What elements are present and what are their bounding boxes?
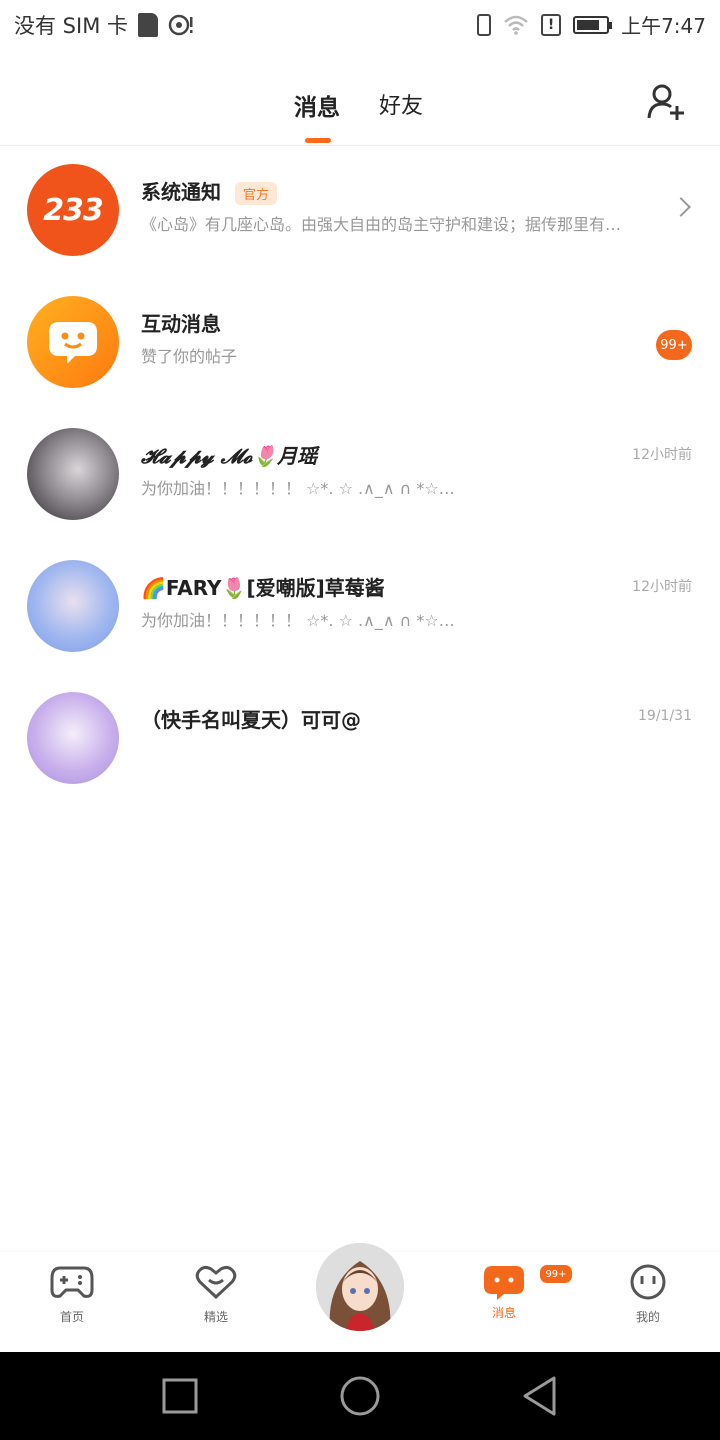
user-avatar <box>27 692 119 784</box>
tab-messages[interactable]: 消息 <box>294 88 340 122</box>
heart-icon <box>195 1265 237 1300</box>
message-time: 19/1/31 <box>638 708 692 724</box>
official-badge: 官方 <box>235 182 278 205</box>
center-character-avatar[interactable] <box>313 1240 407 1334</box>
add-user-icon[interactable] <box>646 82 686 122</box>
nav-label: 消息 <box>491 1306 516 1320</box>
carrier-text: 没有 SIM 卡 <box>14 14 128 38</box>
hotspot-icon <box>168 14 193 36</box>
recents-button[interactable] <box>161 1377 199 1415</box>
message-name: 𝓗𝓪𝓹𝓹𝔂 𝓜𝓸🌷月瑶 <box>141 444 318 468</box>
nav-label: 我的 <box>635 1310 660 1324</box>
list-item-chat[interactable]: 🌈FARY🌷[爱嘲版]草莓酱 12小时前 为你加油！！！！！！ ☆*. ☆ .∧… <box>0 542 720 672</box>
clock-text: 上午7:47 <box>621 14 706 38</box>
back-button[interactable] <box>521 1375 559 1417</box>
message-preview: 《心岛》有几座心岛。由强大自由的岛主守护和建设；据传那里有… <box>141 215 622 234</box>
list-item-chat[interactable]: （快手名叫夏天）可可@ 19/1/31 <box>0 674 720 804</box>
top-bar: 消息 好友 <box>0 50 720 146</box>
message-name: 🌈FARY🌷[爱嘲版]草莓酱 <box>141 576 385 600</box>
message-name: （快手名叫夏天）可可@ <box>141 708 361 732</box>
list-item-chat[interactable]: 𝓗𝓪𝓹𝓹𝔂 𝓜𝓸🌷月瑶 12小时前 为你加油！！！！！！ ☆*. ☆ .∧_∧ … <box>0 410 720 540</box>
interaction-avatar <box>27 296 119 388</box>
chat-icon <box>484 1266 524 1300</box>
nav-featured[interactable]: 精选 <box>171 1264 261 1325</box>
sd-card-icon <box>138 13 158 37</box>
nav-label: 首页 <box>59 1310 84 1324</box>
status-bar: 没有 SIM 卡 ! 上午7:47 <box>0 0 720 50</box>
message-preview: 为你加油！！！！！！ ☆*. ☆ .∧_∧ ∩ *☆… <box>141 611 455 630</box>
active-tab-indicator <box>305 138 331 143</box>
list-item-interaction[interactable]: 互动消息 赞了你的帖子 99+ <box>0 278 720 408</box>
message-time: 12小时前 <box>632 447 692 463</box>
home-button[interactable] <box>339 1375 381 1417</box>
list-item-system-notice[interactable]: 233 系统通知 官方 《心岛》有几座心岛。由强大自由的岛主守护和建设；据传那里有… <box>0 146 720 276</box>
system-avatar: 233 <box>27 164 119 256</box>
avatar-text: 233 <box>43 192 104 228</box>
system-nav-bar <box>0 1352 720 1440</box>
nav-messages[interactable]: 99+ 消息 <box>459 1263 574 1321</box>
message-preview: 赞了你的帖子 <box>141 347 238 366</box>
message-time: 12小时前 <box>632 579 692 595</box>
battery-icon <box>573 15 613 34</box>
nav-home[interactable]: 首页 <box>27 1264 117 1325</box>
alert-icon: ! <box>541 13 562 36</box>
nav-label: 精选 <box>203 1310 228 1324</box>
message-name: 互动消息 <box>141 312 221 336</box>
nav-profile[interactable]: 我的 <box>603 1264 693 1325</box>
wifi-icon <box>504 15 528 35</box>
vibrate-icon <box>477 13 492 36</box>
gamepad-icon <box>50 1266 94 1298</box>
character-avatar-image <box>316 1243 404 1331</box>
chat-bubble-icon <box>49 322 97 364</box>
tab-friends[interactable]: 好友 <box>379 88 423 120</box>
user-avatar <box>27 428 119 520</box>
nav-unread-badge: 99+ <box>538 1263 574 1285</box>
unread-count-badge: 99+ <box>656 330 692 360</box>
chevron-right-icon <box>671 197 691 217</box>
message-preview: 为你加油！！！！！！ ☆*. ☆ .∧_∧ ∩ *☆… <box>141 479 455 498</box>
message-name: 系统通知 <box>141 180 221 204</box>
user-avatar <box>27 560 119 652</box>
smiley-icon <box>630 1264 666 1300</box>
